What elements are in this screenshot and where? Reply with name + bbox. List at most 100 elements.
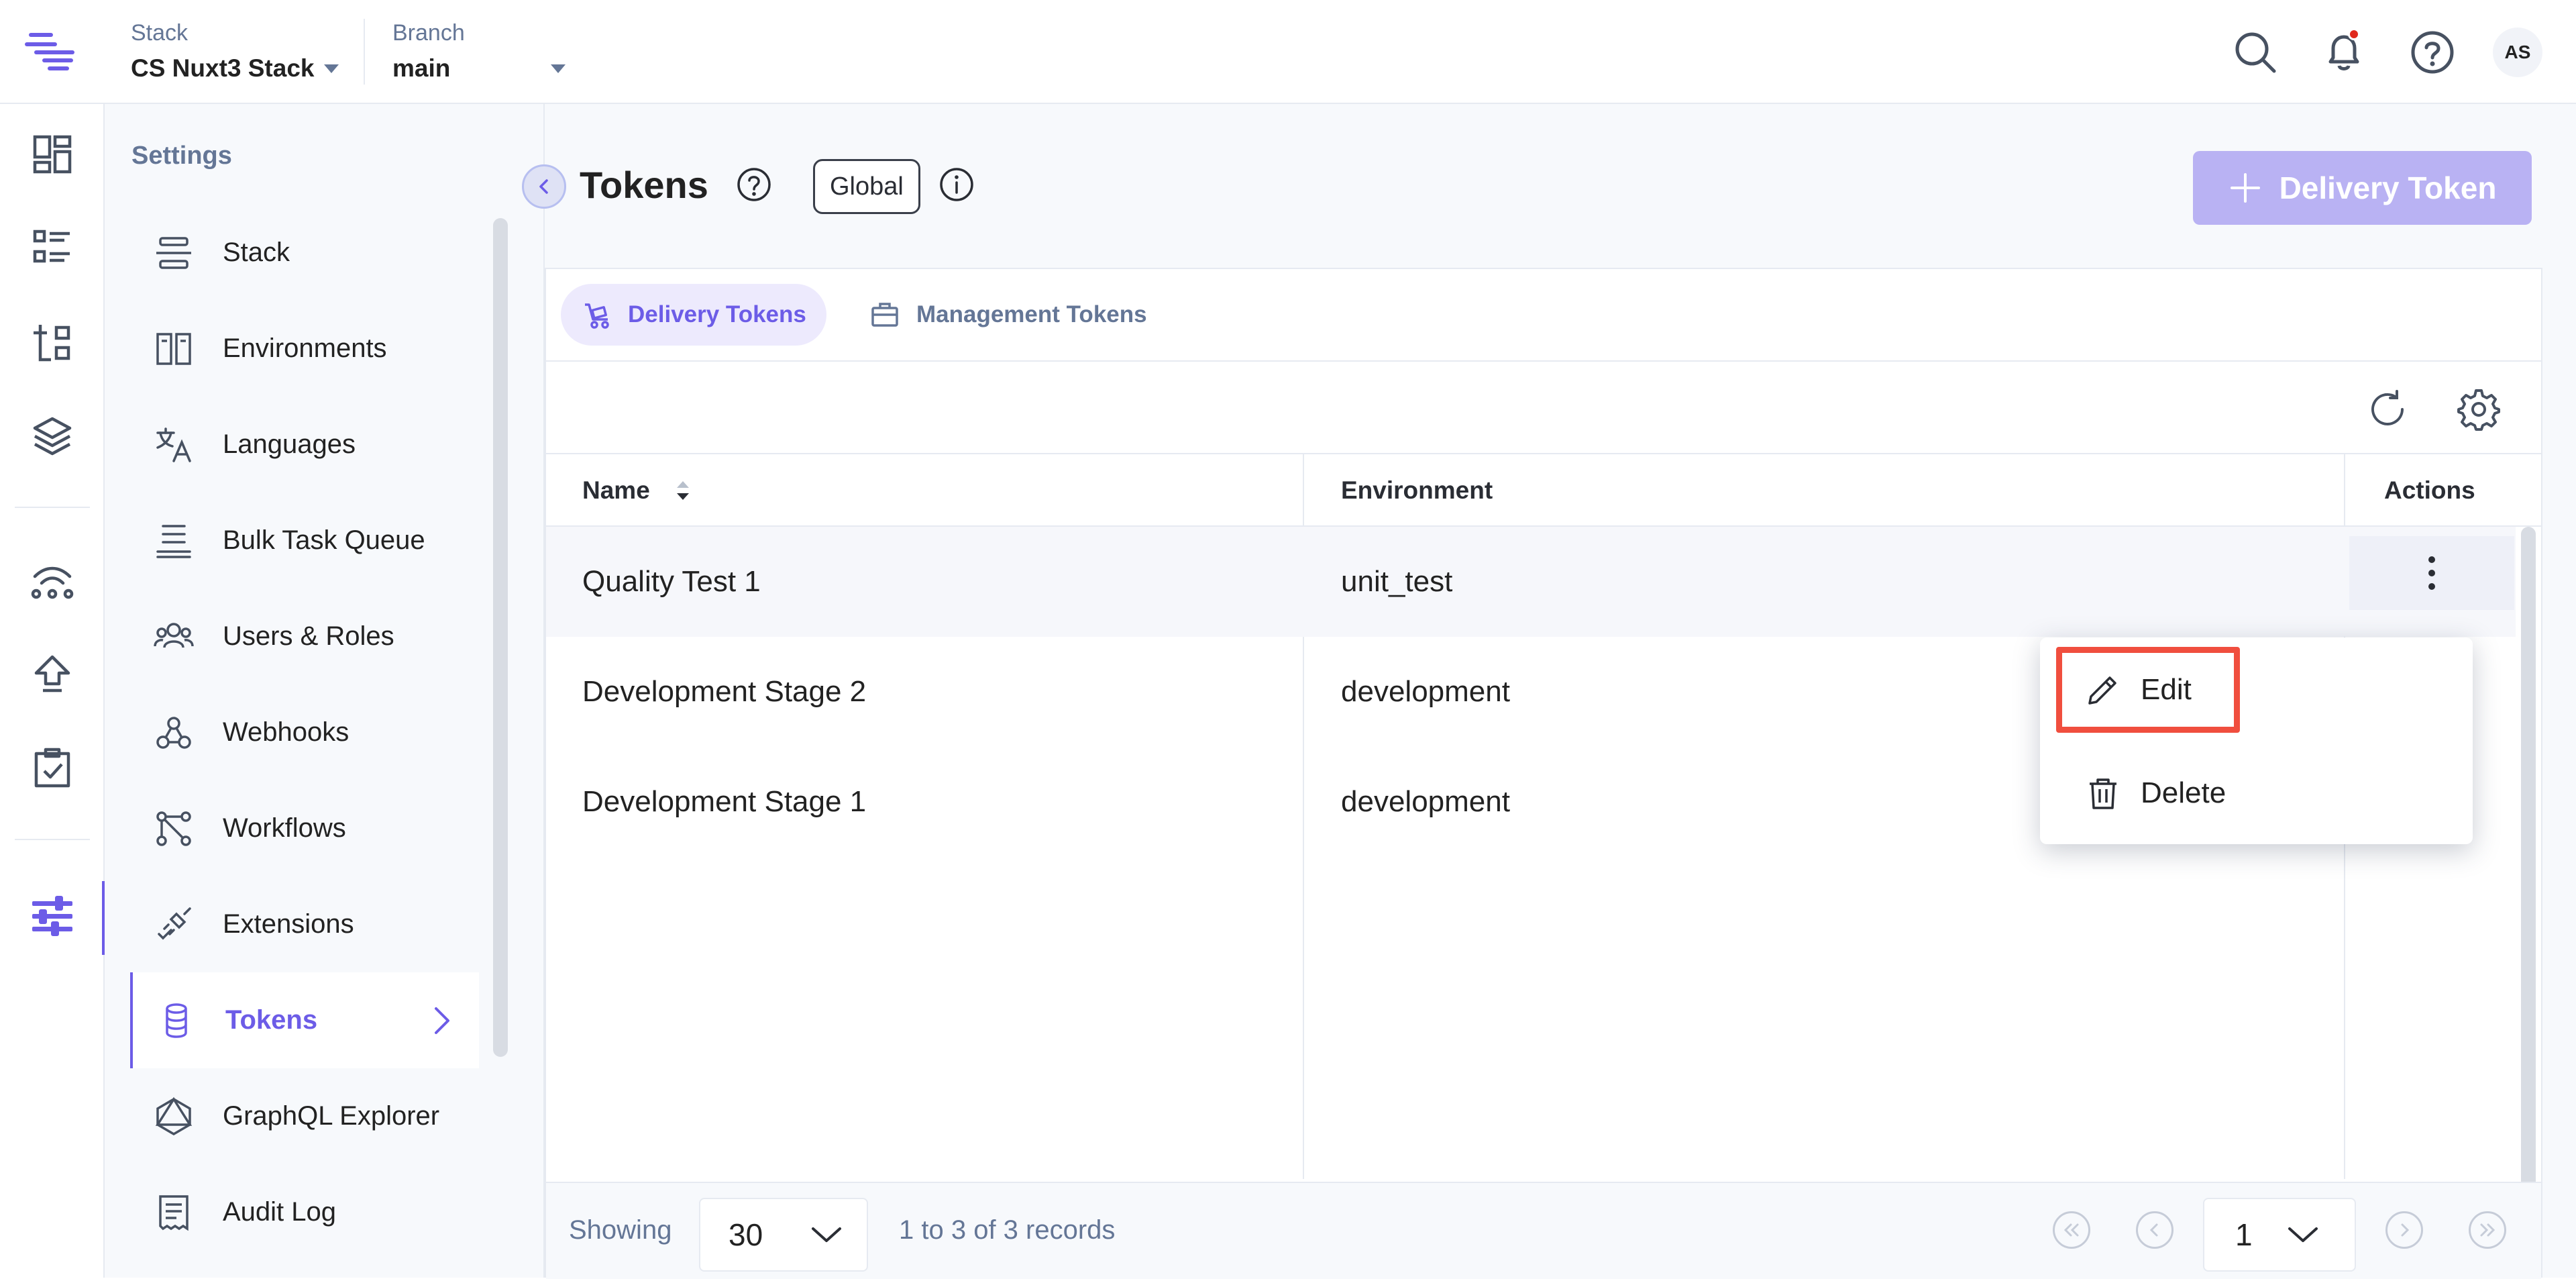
sidebar-item-label: Workflows bbox=[223, 813, 346, 843]
sort-icon[interactable] bbox=[673, 477, 693, 504]
column-header-name[interactable]: Name bbox=[582, 454, 693, 527]
sidebar-item-webhooks[interactable]: Webhooks bbox=[130, 684, 479, 780]
sidebar-item-users-roles[interactable]: Users & Roles bbox=[130, 589, 479, 684]
graphql-icon bbox=[150, 1093, 197, 1140]
users-icon bbox=[150, 613, 197, 660]
table-row[interactable]: Quality Test 1 unit_test bbox=[546, 527, 2516, 637]
page-size-select[interactable]: 30 bbox=[699, 1198, 868, 1272]
add-delivery-token-button[interactable]: Delivery Token bbox=[2193, 151, 2532, 225]
chevron-down-icon bbox=[551, 64, 566, 73]
last-page-icon[interactable] bbox=[2469, 1211, 2506, 1249]
table-toolbar bbox=[546, 362, 2541, 454]
collapse-sidebar-button[interactable] bbox=[522, 164, 566, 209]
pencil-icon bbox=[2084, 671, 2122, 709]
search-icon[interactable] bbox=[2222, 19, 2289, 86]
edit-label: Edit bbox=[2141, 673, 2192, 706]
stack-label: Stack bbox=[131, 20, 189, 46]
table-scrollbar[interactable] bbox=[2521, 527, 2536, 1198]
left-rail bbox=[0, 104, 105, 1278]
environments-icon bbox=[150, 325, 197, 372]
assets-icon[interactable] bbox=[25, 409, 79, 463]
settings-nav: Stack Environments Languages Bulk Task Q… bbox=[130, 205, 479, 1260]
table-header: Name Environment Actions bbox=[546, 454, 2541, 527]
first-page-icon[interactable] bbox=[2053, 1211, 2090, 1249]
publish-queue-icon[interactable] bbox=[25, 648, 79, 701]
token-environment: development bbox=[1341, 785, 1510, 818]
sidebar-item-languages[interactable]: Languages bbox=[130, 397, 479, 493]
refresh-icon[interactable] bbox=[2364, 386, 2411, 433]
tab-management-tokens[interactable]: Management Tokens bbox=[849, 284, 1167, 346]
stack-name: CS Nuxt3 Stack bbox=[131, 54, 315, 82]
row-actions-button[interactable] bbox=[2349, 536, 2514, 610]
sidebar-item-label: Users & Roles bbox=[223, 621, 394, 651]
sidebar-item-graphql-explorer[interactable]: GraphQL Explorer bbox=[130, 1068, 479, 1164]
sidebar-item-tokens[interactable]: Tokens bbox=[130, 972, 479, 1068]
previous-page-icon[interactable] bbox=[2136, 1211, 2174, 1249]
avatar[interactable]: AS bbox=[2493, 28, 2542, 77]
token-name: Development Stage 1 bbox=[582, 785, 867, 818]
sidebar-item-label: Environments bbox=[223, 334, 387, 363]
scope-badge: Global bbox=[813, 159, 920, 214]
sidebar-item-label: Audit Log bbox=[223, 1197, 337, 1227]
showing-label: Showing bbox=[569, 1215, 672, 1245]
sidebar-item-extensions[interactable]: Extensions bbox=[130, 876, 479, 972]
webhooks-icon bbox=[150, 709, 197, 756]
column-header-actions: Actions bbox=[2384, 454, 2475, 527]
tasks-icon[interactable] bbox=[25, 741, 79, 795]
languages-icon bbox=[150, 421, 197, 468]
sidebar-scrollbar[interactable] bbox=[493, 218, 508, 1057]
sidebar-item-label: Bulk Task Queue bbox=[223, 525, 425, 555]
branch-label: Branch bbox=[392, 20, 465, 46]
sidebar-item-label: Tokens bbox=[225, 1005, 318, 1035]
token-name: Development Stage 2 bbox=[582, 675, 867, 708]
sidebar-item-label: Webhooks bbox=[223, 717, 350, 747]
notification-dot bbox=[2348, 28, 2360, 40]
entries-icon[interactable] bbox=[25, 221, 79, 275]
page-number: 1 bbox=[2235, 1217, 2253, 1252]
help-icon[interactable] bbox=[735, 166, 773, 203]
chevron-down-icon bbox=[2286, 1225, 2320, 1245]
divider bbox=[15, 839, 90, 840]
column-label: Name bbox=[582, 476, 650, 504]
sidebar-item-workflows[interactable]: Workflows bbox=[130, 780, 479, 876]
records-count: 1 to 3 of 3 records bbox=[899, 1215, 1116, 1245]
plus-icon bbox=[2229, 171, 2262, 205]
column-label: Actions bbox=[2384, 476, 2475, 504]
next-page-icon[interactable] bbox=[2385, 1211, 2423, 1249]
help-icon[interactable] bbox=[2399, 19, 2466, 86]
info-icon[interactable] bbox=[938, 166, 975, 203]
stack-selector[interactable]: Stack CS Nuxt3 Stack bbox=[131, 20, 339, 83]
tab-delivery-tokens[interactable]: Delivery Tokens bbox=[561, 284, 826, 346]
chevron-down-icon bbox=[810, 1225, 843, 1245]
sidebar-item-environments[interactable]: Environments bbox=[130, 301, 479, 397]
settings-sidebar: Settings Stack Environments Languages Bu… bbox=[105, 104, 545, 1278]
token-name: Quality Test 1 bbox=[582, 565, 761, 598]
sidebar-item-label: Extensions bbox=[223, 909, 354, 939]
gear-icon[interactable] bbox=[2455, 386, 2502, 433]
page-title: Tokens bbox=[580, 164, 708, 206]
edit-menu-item[interactable]: Edit bbox=[2040, 650, 2473, 730]
sidebar-item-stack[interactable]: Stack bbox=[130, 205, 479, 301]
divider bbox=[364, 19, 365, 85]
content-models-icon[interactable] bbox=[25, 315, 79, 369]
branch-selector[interactable]: Branch main bbox=[392, 20, 566, 83]
page-number-select[interactable]: 1 bbox=[2203, 1198, 2356, 1272]
dashboard-icon[interactable] bbox=[25, 127, 79, 181]
delete-menu-item[interactable]: Delete bbox=[2040, 753, 2473, 833]
briefcase-icon bbox=[869, 299, 900, 330]
settings-icon[interactable] bbox=[25, 889, 79, 943]
sidebar-item-label: Stack bbox=[223, 238, 290, 267]
app-logo-icon[interactable] bbox=[24, 25, 76, 78]
delivery-icon bbox=[581, 299, 612, 330]
sidebar-item-bulk-task-queue[interactable]: Bulk Task Queue bbox=[130, 493, 479, 589]
bell-icon[interactable] bbox=[2310, 19, 2377, 86]
token-environment: unit_test bbox=[1341, 565, 1453, 598]
chevron-down-icon bbox=[323, 64, 339, 73]
releases-icon[interactable] bbox=[25, 554, 79, 607]
column-header-environment: Environment bbox=[1341, 454, 1493, 527]
pagination-footer: Showing 30 1 to 3 of 3 records 1 bbox=[546, 1182, 2541, 1279]
chevron-right-icon bbox=[429, 1005, 453, 1037]
sidebar-item-label: Languages bbox=[223, 429, 356, 459]
branch-name: main bbox=[392, 54, 451, 82]
sidebar-item-audit-log[interactable]: Audit Log bbox=[130, 1164, 479, 1260]
